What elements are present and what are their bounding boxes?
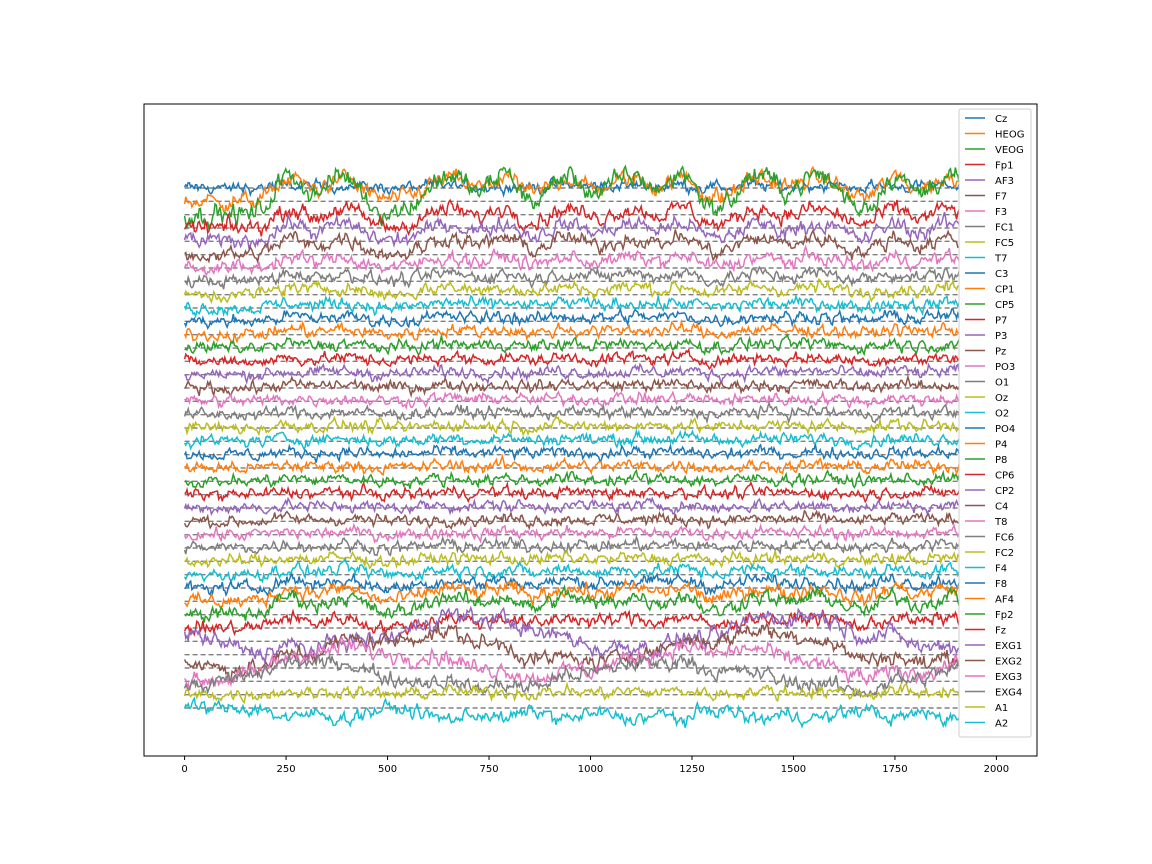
x-tick-label: 500: [378, 764, 397, 775]
legend-label-exg1: EXG1: [995, 641, 1022, 652]
legend-label-cp2: CP2: [995, 486, 1014, 497]
legend-label-fp1: Fp1: [995, 161, 1013, 172]
series-line-oz: [184, 414, 960, 437]
legend-label-o2: O2: [995, 409, 1009, 420]
legend-label-exg3: EXG3: [995, 672, 1022, 683]
series-line-fc2: [184, 549, 960, 570]
series-line-t8: [183, 522, 960, 544]
legend-label-exg4: EXG4: [995, 688, 1022, 699]
series-line-fz: [183, 608, 960, 637]
series-line-o2: [183, 428, 960, 451]
legend-label-fc2: FC2: [995, 548, 1014, 559]
legend-label-c4: C4: [995, 502, 1008, 513]
legend-label-f4: F4: [995, 564, 1007, 575]
series-line-fp1: [183, 198, 960, 237]
x-tick-label: 1750: [882, 764, 907, 775]
series-line-pz: [184, 374, 960, 399]
legend-label-fc6: FC6: [995, 533, 1014, 544]
legend-label-p8: P8: [995, 455, 1007, 466]
legend-label-f8: F8: [995, 579, 1007, 590]
series-line-p8: [184, 468, 960, 489]
x-tick-label: 1250: [679, 764, 704, 775]
series-line-a2: [183, 696, 960, 729]
legend-label-p4: P4: [995, 440, 1007, 451]
series-line-heog: [183, 165, 960, 213]
legend-label-f3: F3: [995, 207, 1007, 218]
legend-label-fp2: Fp2: [995, 610, 1013, 621]
x-tick-label: 750: [479, 764, 498, 775]
x-tick-label: 2000: [984, 764, 1009, 775]
legend-label-p3: P3: [995, 331, 1007, 342]
legend-label-af3: AF3: [995, 176, 1014, 187]
series-line-cp5: [184, 332, 960, 357]
legend-label-cp1: CP1: [995, 285, 1014, 296]
legend-label-p7: P7: [995, 316, 1007, 327]
legend-label-cp6: CP6: [995, 471, 1014, 482]
legend-label-f7: F7: [995, 192, 1007, 203]
legend-label-a2: A2: [995, 719, 1008, 730]
series-line-po3: [183, 389, 960, 411]
legend-label-fz: Fz: [995, 626, 1006, 637]
legend-label-oz: Oz: [995, 393, 1008, 404]
x-tick-label: 1500: [781, 764, 806, 775]
series-line-fc6: [183, 534, 960, 557]
series-line-af4: [184, 577, 960, 610]
x-tick-label: 250: [277, 764, 296, 775]
legend-label-a1: A1: [995, 703, 1008, 714]
legend-label-cp5: CP5: [995, 300, 1014, 311]
legend: Cz HEOG VEOG Fp1 AF3 F7 F3 FC1 FC5 T7 C3 CP1 CP5 P7 P3…: [958, 108, 1032, 738]
legend-label-fc5: FC5: [995, 238, 1014, 249]
x-axis: 0 250 500 750 1000 1250 1500 1750 2000: [181, 756, 1009, 775]
series-line-t7: [183, 293, 960, 319]
series-line-cp1: [183, 319, 960, 344]
legend-label-exg2: EXG2: [995, 657, 1022, 668]
x-tick-label: 1000: [578, 764, 603, 775]
legend-label-o1: O1: [995, 378, 1009, 389]
legend-label-t8: T8: [994, 517, 1007, 528]
legend-label-cz: Cz: [995, 114, 1007, 125]
legend-label-po4: PO4: [995, 424, 1015, 435]
series-line-c4: [183, 509, 960, 531]
x-tick-label: 0: [181, 764, 187, 775]
eeg-chart: 0 250 500 750 1000 1250 1500 1750 2000 Cz HEOG VEO…: [143, 103, 1038, 775]
legend-label-heog: HEOG: [995, 130, 1024, 141]
legend-label-af4: AF4: [995, 595, 1014, 606]
series-line-o1: [183, 400, 960, 425]
series-line-cp2: [183, 496, 960, 517]
series-line-po4: [183, 443, 960, 464]
series-line-cp6: [184, 480, 960, 504]
legend-label-pz: Pz: [995, 347, 1006, 358]
legend-label-c3: C3: [995, 269, 1008, 280]
legend-label-veog: VEOG: [995, 145, 1024, 156]
series-line-fc1: [184, 265, 960, 290]
series-line-f3: [183, 244, 960, 277]
legend-label-fc1: FC1: [995, 223, 1014, 234]
series-line-a1: [183, 681, 960, 704]
legend-label-po3: PO3: [995, 362, 1015, 373]
series-group: [183, 164, 960, 729]
legend-label-t7: T7: [994, 254, 1007, 265]
